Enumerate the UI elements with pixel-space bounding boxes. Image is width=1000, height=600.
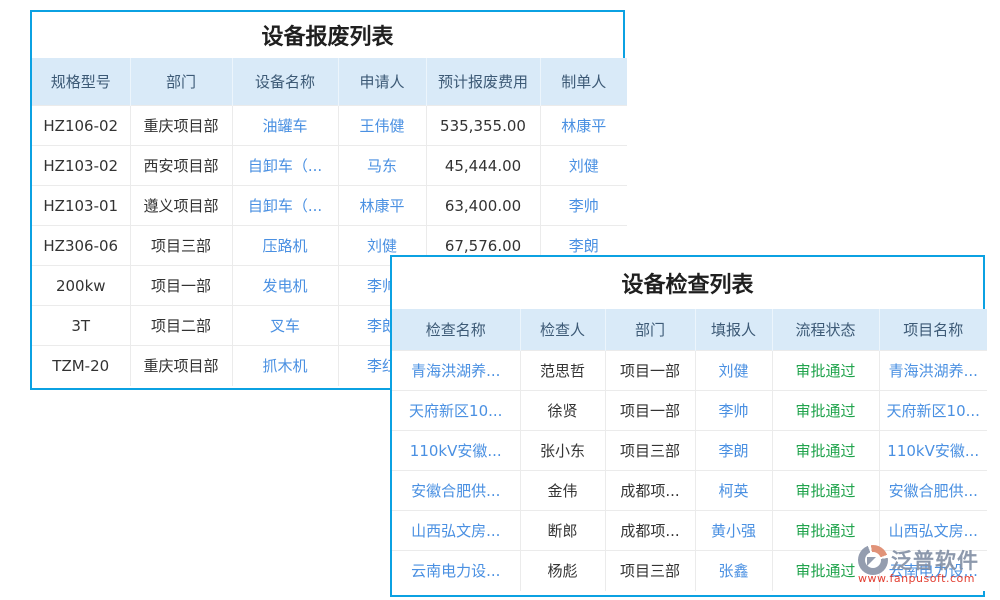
table-cell: 徐贤 <box>520 391 605 431</box>
column-header: 流程状态 <box>772 309 879 351</box>
column-header: 项目名称 <box>879 309 987 351</box>
table-cell[interactable]: 青海洪湖养... <box>392 351 520 391</box>
column-header: 填报人 <box>695 309 772 351</box>
table-cell[interactable]: 李帅 <box>540 186 627 226</box>
table-row[interactable]: HZ103-01遵义项目部自卸车（...林康平63,400.00李帅 <box>32 186 627 226</box>
table-cell[interactable]: 李朗 <box>695 431 772 471</box>
table-cell: 项目三部 <box>605 551 695 591</box>
column-header: 部门 <box>605 309 695 351</box>
table-cell: 45,444.00 <box>426 146 540 186</box>
table-cell[interactable]: 林康平 <box>338 186 426 226</box>
fanpu-watermark: 泛普软件 www.fanpusoft.com <box>858 545 996 585</box>
scrap-list-title: 设备报废列表 <box>32 12 623 58</box>
inspection-header-row: 检查名称检查人部门填报人流程状态项目名称 <box>392 309 987 351</box>
table-cell[interactable]: 油罐车 <box>232 106 338 146</box>
table-cell[interactable]: 天府新区10... <box>879 391 987 431</box>
table-cell[interactable]: 安徽合肥供... <box>392 471 520 511</box>
table-cell[interactable]: 110kV安徽... <box>392 431 520 471</box>
table-cell[interactable]: 黄小强 <box>695 511 772 551</box>
table-cell: 西安项目部 <box>130 146 232 186</box>
table-cell: 重庆项目部 <box>130 346 232 386</box>
table-cell[interactable]: 青海洪湖养... <box>879 351 987 391</box>
table-cell: 范思哲 <box>520 351 605 391</box>
column-header: 检查人 <box>520 309 605 351</box>
table-cell[interactable]: 自卸车（... <box>232 186 338 226</box>
table-cell[interactable]: 安徽合肥供... <box>879 471 987 511</box>
table-cell: 项目二部 <box>130 306 232 346</box>
table-cell[interactable]: 抓木机 <box>232 346 338 386</box>
table-cell: 项目一部 <box>605 351 695 391</box>
table-cell[interactable]: 柯英 <box>695 471 772 511</box>
table-cell: 张小东 <box>520 431 605 471</box>
table-cell: 63,400.00 <box>426 186 540 226</box>
table-cell: 审批通过 <box>772 351 879 391</box>
table-cell[interactable]: 叉车 <box>232 306 338 346</box>
table-cell: 200kw <box>32 266 130 306</box>
column-header: 制单人 <box>540 58 627 106</box>
table-cell: HZ106-02 <box>32 106 130 146</box>
table-cell: 成都项... <box>605 511 695 551</box>
table-cell[interactable]: 李帅 <box>695 391 772 431</box>
table-cell[interactable]: 林康平 <box>540 106 627 146</box>
table-cell: 断郎 <box>520 511 605 551</box>
table-row[interactable]: HZ106-02重庆项目部油罐车王伟健535,355.00林康平 <box>32 106 627 146</box>
table-cell[interactable]: 发电机 <box>232 266 338 306</box>
table-cell: TZM-20 <box>32 346 130 386</box>
scrap-header-row: 规格型号部门设备名称申请人预计报废费用制单人 <box>32 58 627 106</box>
table-cell[interactable]: 自卸车（... <box>232 146 338 186</box>
table-cell: 审批通过 <box>772 471 879 511</box>
table-cell: 金伟 <box>520 471 605 511</box>
column-header: 规格型号 <box>32 58 130 106</box>
table-cell: HZ103-01 <box>32 186 130 226</box>
table-cell[interactable]: 压路机 <box>232 226 338 266</box>
table-cell: 项目三部 <box>605 431 695 471</box>
table-row[interactable]: HZ103-02西安项目部自卸车（...马东45,444.00刘健 <box>32 146 627 186</box>
table-cell: 项目一部 <box>130 266 232 306</box>
fanpu-logo-icon <box>858 545 888 575</box>
column-header: 检查名称 <box>392 309 520 351</box>
table-cell: 3T <box>32 306 130 346</box>
table-cell[interactable]: 刘健 <box>695 351 772 391</box>
table-cell: 遵义项目部 <box>130 186 232 226</box>
table-cell: 成都项... <box>605 471 695 511</box>
column-header: 预计报废费用 <box>426 58 540 106</box>
column-header: 部门 <box>130 58 232 106</box>
column-header: 申请人 <box>338 58 426 106</box>
table-cell[interactable]: 山西弘文房... <box>392 511 520 551</box>
table-row[interactable]: 天府新区10...徐贤项目一部李帅审批通过天府新区10... <box>392 391 987 431</box>
table-cell: HZ306-06 <box>32 226 130 266</box>
table-cell: HZ103-02 <box>32 146 130 186</box>
table-row[interactable]: 安徽合肥供...金伟成都项...柯英审批通过安徽合肥供... <box>392 471 987 511</box>
table-cell[interactable]: 王伟健 <box>338 106 426 146</box>
table-cell[interactable]: 110kV安徽... <box>879 431 987 471</box>
table-cell: 杨彪 <box>520 551 605 591</box>
table-cell[interactable]: 云南电力设... <box>392 551 520 591</box>
table-cell: 重庆项目部 <box>130 106 232 146</box>
table-cell: 项目一部 <box>605 391 695 431</box>
table-cell[interactable]: 刘健 <box>540 146 627 186</box>
table-cell: 审批通过 <box>772 391 879 431</box>
table-cell: 项目三部 <box>130 226 232 266</box>
column-header: 设备名称 <box>232 58 338 106</box>
table-row[interactable]: 110kV安徽...张小东项目三部李朗审批通过110kV安徽... <box>392 431 987 471</box>
table-cell[interactable]: 张鑫 <box>695 551 772 591</box>
table-cell: 535,355.00 <box>426 106 540 146</box>
table-cell[interactable]: 马东 <box>338 146 426 186</box>
watermark-brand-text: 泛普软件 <box>891 545 979 575</box>
inspection-list-title: 设备检查列表 <box>392 257 983 309</box>
table-cell: 审批通过 <box>772 431 879 471</box>
table-row[interactable]: 青海洪湖养...范思哲项目一部刘健审批通过青海洪湖养... <box>392 351 987 391</box>
table-cell[interactable]: 天府新区10... <box>392 391 520 431</box>
